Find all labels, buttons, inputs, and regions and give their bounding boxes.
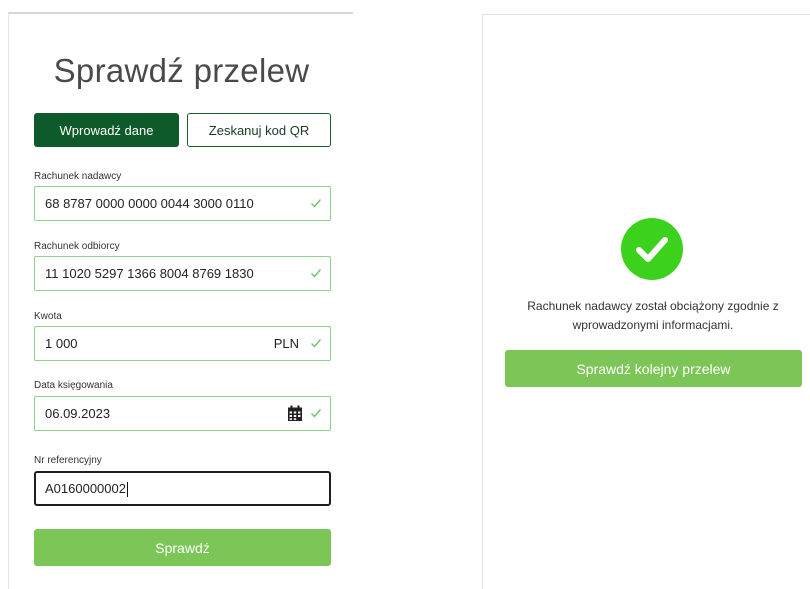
checkmark-icon bbox=[311, 199, 322, 208]
reference-label: Nr referencyjny bbox=[34, 455, 102, 466]
transfer-check-form: Sprawdź przelew Wprowadź dane Zeskanuj k… bbox=[8, 12, 353, 589]
amount-label: Kwota bbox=[34, 311, 62, 322]
amount-value: 1 000 bbox=[45, 336, 78, 351]
calendar-icon[interactable] bbox=[287, 405, 303, 422]
sender-account-field[interactable]: 68 8787 0000 0000 0044 3000 0110 bbox=[34, 186, 331, 221]
text-cursor bbox=[126, 482, 128, 498]
tab-enter-data[interactable]: Wprowadź dane bbox=[34, 113, 179, 147]
currency-label: PLN bbox=[273, 336, 299, 351]
success-message-line-1: Rachunek nadawcy został obciążony zgodni… bbox=[527, 299, 779, 313]
recipient-account-label: Rachunek odbiorcy bbox=[34, 241, 120, 252]
checkmark-icon bbox=[311, 339, 322, 348]
check-button[interactable]: Sprawdź bbox=[34, 529, 331, 566]
recipient-account-field[interactable]: 11 1020 5297 1366 8004 8769 1830 bbox=[34, 256, 331, 291]
result-panel: Rachunek nadawcy został obciążony zgodni… bbox=[482, 14, 810, 589]
booking-date-value: 06.09.2023 bbox=[45, 406, 111, 421]
page-title: Sprawdź przelew bbox=[53, 52, 310, 89]
sender-account-value: 68 8787 0000 0000 0044 3000 0110 bbox=[45, 196, 254, 211]
booking-date-field[interactable]: 06.09.2023 bbox=[34, 396, 331, 431]
recipient-account-value: 11 1020 5297 1366 8004 8769 1830 bbox=[45, 266, 254, 281]
amount-field[interactable]: 1 000 PLN bbox=[34, 326, 331, 361]
checkmark-icon bbox=[311, 269, 322, 278]
booking-date-label: Data księgowania bbox=[34, 380, 113, 391]
success-message-line-2: wprowadzonymi informacjami. bbox=[572, 318, 734, 332]
checkmark-icon bbox=[311, 409, 322, 418]
success-message: Rachunek nadawcy został obciążony zgodni… bbox=[493, 297, 810, 335]
reference-value: A0160000002 bbox=[45, 481, 126, 496]
sender-account-label: Rachunek nadawcy bbox=[34, 171, 122, 182]
reference-field[interactable]: A0160000002 bbox=[34, 471, 331, 506]
check-circle-icon bbox=[621, 218, 683, 280]
tab-scan-qr[interactable]: Zeskanuj kod QR bbox=[187, 113, 331, 147]
check-another-button[interactable]: Sprawdź kolejny przelew bbox=[505, 350, 802, 387]
